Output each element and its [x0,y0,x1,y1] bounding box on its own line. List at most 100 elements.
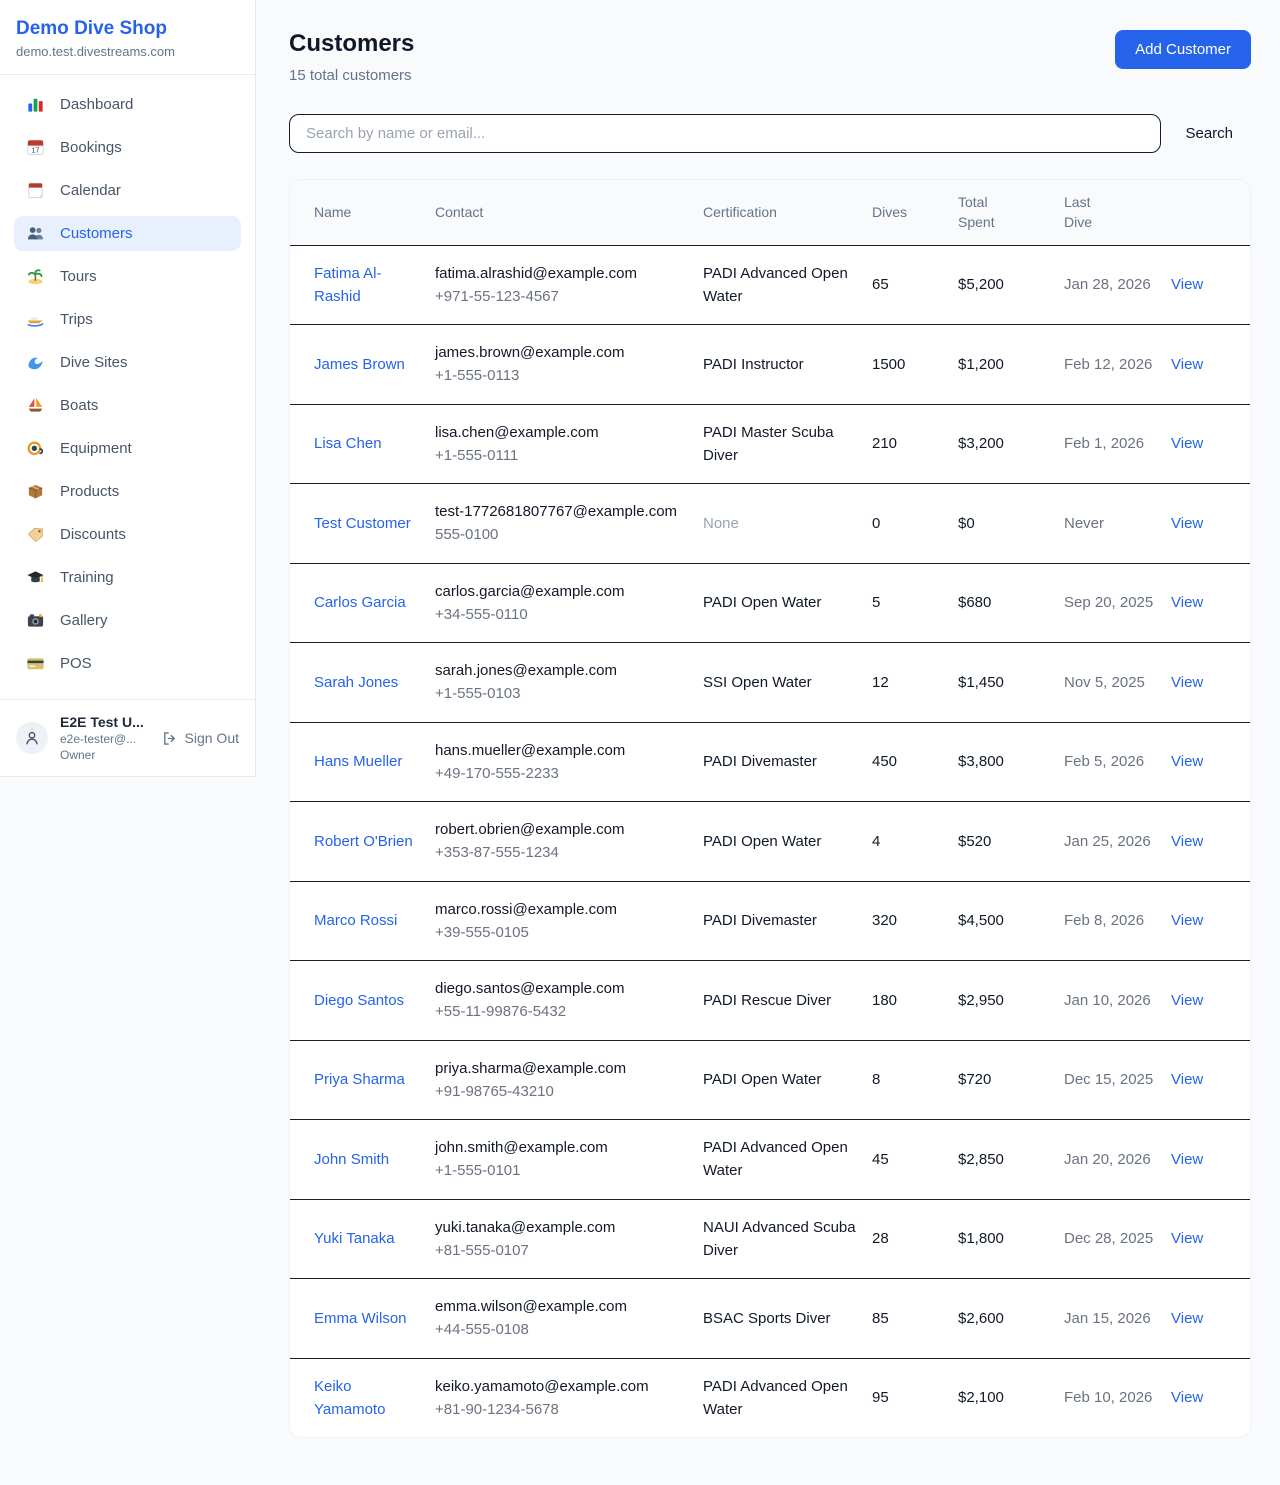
trips-icon [26,310,45,329]
customer-name-link[interactable]: Emma Wilson [314,1310,407,1327]
sidebar-item-dashboard[interactable]: Dashboard [14,87,241,122]
table-row: James Brown james.brown@example.com +1-5… [290,325,1250,405]
sidebar-item-boats[interactable]: Boats [14,388,241,423]
customer-name-link[interactable]: John Smith [314,1151,389,1168]
customer-last-dive: Feb 10, 2026 [1064,1358,1171,1437]
view-link[interactable]: View [1171,1151,1203,1168]
customer-name-link[interactable]: Keiko Yamamoto [314,1378,385,1418]
customer-count: 15 total customers [289,67,414,84]
customer-name-link[interactable]: James Brown [314,356,405,373]
customer-total-spent: $2,850 [958,1120,1064,1200]
view-link[interactable]: View [1171,594,1203,611]
customer-total-spent: $4,500 [958,881,1064,961]
customer-name-link[interactable]: Yuki Tanaka [314,1230,395,1247]
table-row: Lisa Chen lisa.chen@example.com +1-555-0… [290,404,1250,484]
customer-email: diego.santos@example.com [435,977,687,1000]
customer-dives: 450 [872,722,958,802]
customer-dives: 320 [872,881,958,961]
customer-total-spent: $3,800 [958,722,1064,802]
sidebar-item-label: Calendar [60,182,121,199]
view-link[interactable]: View [1171,674,1203,691]
add-customer-button[interactable]: Add Customer [1115,30,1251,69]
customers-icon [26,224,45,243]
view-link[interactable]: View [1171,515,1203,532]
view-link[interactable]: View [1171,1230,1203,1247]
customer-dives: 12 [872,643,958,723]
sidebar-item-products[interactable]: Products [14,474,241,509]
sign-out-label: Sign Out [185,730,239,746]
sidebar-item-training[interactable]: Training [14,560,241,595]
sidebar-item-tours[interactable]: Tours [14,259,241,294]
user-icon [22,728,42,748]
view-link[interactable]: View [1171,435,1203,452]
customer-last-dive: Never [1064,484,1171,564]
view-link[interactable]: View [1171,912,1203,929]
customer-name-link[interactable]: Marco Rossi [314,912,397,929]
sidebar-item-bookings[interactable]: 17 Bookings [14,130,241,165]
view-link[interactable]: View [1171,833,1203,850]
customer-name-link[interactable]: Robert O'Brien [314,833,413,850]
customer-phone: +971-55-123-4567 [435,285,687,308]
customer-name-link[interactable]: Lisa Chen [314,435,382,452]
sidebar-item-dive-sites[interactable]: Dive Sites [14,345,241,380]
customer-email: test-1772681807767@example.com [435,500,687,523]
sidebar-item-trips[interactable]: Trips [14,302,241,337]
customer-name-link[interactable]: Test Customer [314,515,411,532]
view-link[interactable]: View [1171,356,1203,373]
svg-text:17: 17 [32,147,40,155]
customer-name-link[interactable]: Fatima Al-Rashid [314,265,382,305]
customer-email: carlos.garcia@example.com [435,580,687,603]
customer-last-dive: Nov 5, 2025 [1064,643,1171,723]
customer-certification: PADI Advanced Open Water [703,1120,872,1200]
customer-phone: +34-555-0110 [435,603,687,626]
sidebar-item-pos[interactable]: POS [14,646,241,681]
sidebar-item-gallery[interactable]: Gallery [14,603,241,638]
customer-email: fatima.alrashid@example.com [435,262,687,285]
view-link[interactable]: View [1171,753,1203,770]
customer-certification: PADI Advanced Open Water [703,1358,872,1437]
customer-dives: 210 [872,404,958,484]
customer-certification: PADI Divemaster [703,881,872,961]
customer-total-spent: $2,100 [958,1358,1064,1437]
sidebar-item-discounts[interactable]: Discounts [14,517,241,552]
table-row: Fatima Al-Rashid fatima.alrashid@example… [290,245,1250,325]
sidebar-item-label: Trips [60,311,93,328]
customer-last-dive: Feb 12, 2026 [1064,325,1171,405]
bookings-icon: 17 [26,138,45,157]
equipment-icon [26,439,45,458]
sidebar-item-label: Gallery [60,612,108,629]
customer-last-dive: Jan 20, 2026 [1064,1120,1171,1200]
customer-email: james.brown@example.com [435,341,687,364]
customer-total-spent: $720 [958,1040,1064,1120]
customers-table: Name Contact Certification Dives Total S… [290,180,1250,1437]
sidebar-item-calendar[interactable]: Calendar [14,173,241,208]
view-link[interactable]: View [1171,1389,1203,1406]
customer-dives: 65 [872,245,958,325]
customer-dives: 45 [872,1120,958,1200]
customer-email: priya.sharma@example.com [435,1057,687,1080]
customer-last-dive: Feb 1, 2026 [1064,404,1171,484]
customer-certification: PADI Advanced Open Water [703,245,872,325]
view-link[interactable]: View [1171,1071,1203,1088]
customer-total-spent: $1,200 [958,325,1064,405]
customer-certification: PADI Open Water [703,802,872,882]
customer-dives: 1500 [872,325,958,405]
search-input[interactable] [289,114,1161,153]
products-icon [26,482,45,501]
view-link[interactable]: View [1171,992,1203,1009]
sidebar-item-customers[interactable]: Customers [14,216,241,251]
customer-total-spent: $680 [958,563,1064,643]
customer-name-link[interactable]: Diego Santos [314,992,404,1009]
customer-name-link[interactable]: Hans Mueller [314,753,402,770]
customer-last-dive: Jan 28, 2026 [1064,245,1171,325]
customer-name-link[interactable]: Sarah Jones [314,674,398,691]
sidebar-item-equipment[interactable]: Equipment [14,431,241,466]
sign-out-button[interactable]: Sign Out [161,730,239,747]
column-header-name: Name [290,180,435,245]
sidebar-item-label: Boats [60,397,98,414]
customer-name-link[interactable]: Priya Sharma [314,1071,405,1088]
customer-name-link[interactable]: Carlos Garcia [314,594,406,611]
view-link[interactable]: View [1171,1310,1203,1327]
view-link[interactable]: View [1171,276,1203,293]
search-button[interactable]: Search [1167,117,1251,150]
